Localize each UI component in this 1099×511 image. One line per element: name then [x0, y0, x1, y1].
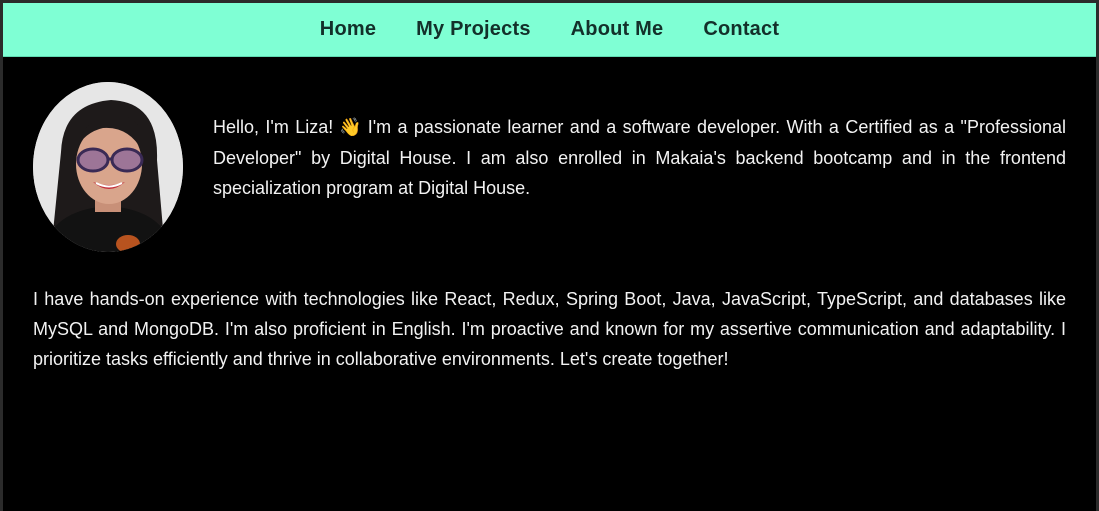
page-frame: Home My Projects About Me Contact Hello,…	[0, 0, 1099, 511]
avatar	[33, 82, 183, 252]
intro-block: Hello, I'm Liza! 👋 I'm a passionate learne…	[33, 57, 1066, 257]
nav-link-contact[interactable]: Contact	[683, 18, 799, 41]
about-section: Hello, I'm Liza! 👋 I'm a passionate learne…	[33, 57, 1066, 369]
nav-link-home[interactable]: Home	[300, 18, 396, 41]
nav-link-my-projects[interactable]: My Projects	[396, 18, 550, 41]
profile-photo-icon	[33, 82, 183, 252]
waving-hand-icon: 👋	[339, 117, 362, 138]
intro-paragraph: Hello, I'm Liza! 👋 I'm a passionate learne…	[213, 112, 1066, 203]
intro-greeting: Hello, I'm Liza!	[213, 117, 334, 137]
nav-link-about-me[interactable]: About Me	[551, 18, 684, 41]
top-navbar: Home My Projects About Me Contact	[3, 3, 1096, 57]
bio-paragraph: I have hands-on experience with technolo…	[33, 289, 1066, 369]
